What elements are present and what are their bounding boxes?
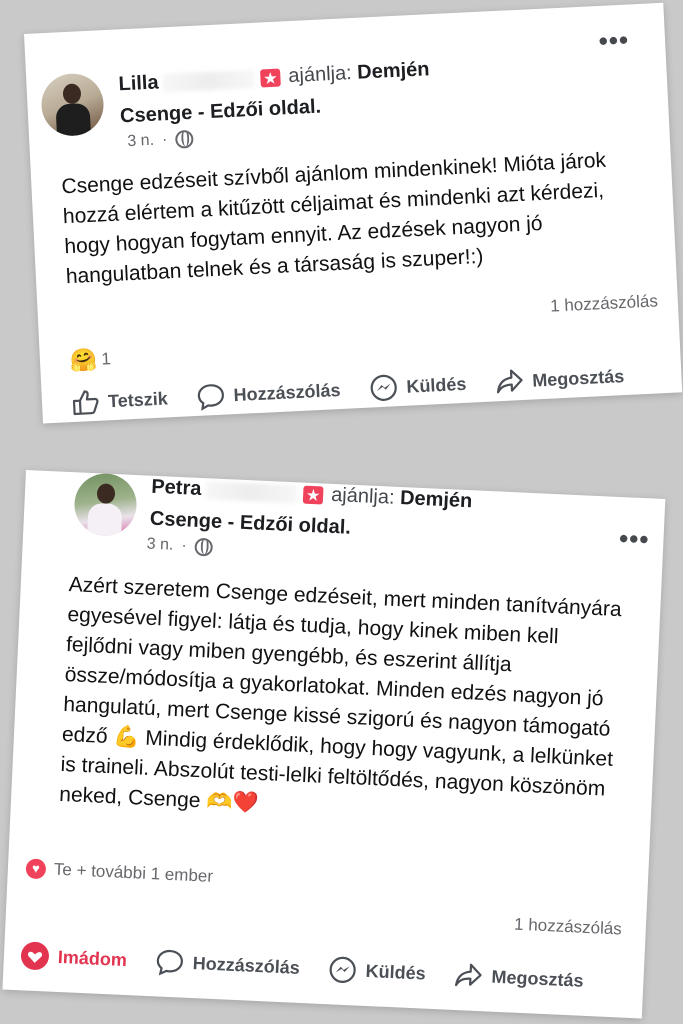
action-bar: Imádom Hozzászólás Küldés Megosztás <box>19 940 584 996</box>
send-button[interactable]: Küldés <box>368 369 467 404</box>
reaction-count: 1 <box>100 349 112 369</box>
send-label: Küldés <box>365 960 427 984</box>
post-meta: 3 n. · <box>146 536 214 557</box>
post-card-2: Petra ★ ajánlja: Demjén Csenge - Edzői old… <box>2 470 666 1019</box>
author-name[interactable]: Lilla <box>118 71 159 95</box>
page-name-part1[interactable]: Demjén <box>400 487 473 512</box>
share-icon <box>496 369 523 394</box>
post-header: Petra ★ ajánlja: Demjén <box>151 476 473 514</box>
reaction-summary[interactable]: ♥ Te + további 1 ember <box>25 858 213 886</box>
post-card-1: Lilla ★ ajánlja: Demjén Csenge - Edzői old… <box>24 2 683 424</box>
like-icon <box>72 390 99 416</box>
comment-label: Hozzászólás <box>192 952 301 978</box>
redacted-surname <box>204 480 298 504</box>
comment-count[interactable]: 1 hozzászólás <box>550 291 659 316</box>
send-label: Küldés <box>405 373 467 397</box>
reaction-summary[interactable]: 🤗 1 <box>69 346 112 374</box>
more-options-icon[interactable]: ••• <box>598 24 630 56</box>
share-label: Megosztás <box>531 365 625 391</box>
page-name-line[interactable]: Csenge - Edzői oldal. <box>120 96 322 129</box>
post-meta: 3 n. · <box>127 129 194 151</box>
page-name-part2[interactable]: Csenge - Edzői oldal <box>149 508 345 539</box>
care-reaction-icon: 🤗 <box>69 346 98 374</box>
action-bar: Tetszik Hozzászólás Küldés Megosztás <box>71 361 625 418</box>
recommend-icon: ★ <box>302 485 324 505</box>
post-time[interactable]: 3 n. <box>146 536 173 555</box>
like-button[interactable]: Tetszik <box>71 385 168 416</box>
comment-label: Hozzászólás <box>233 379 341 405</box>
author-name[interactable]: Petra <box>151 476 202 500</box>
recommends-label: ajánlja: <box>287 62 353 88</box>
messenger-icon <box>329 956 356 983</box>
send-button[interactable]: Küldés <box>327 954 426 988</box>
globe-icon <box>194 537 214 557</box>
recommends-label: ajánlja: <box>330 483 396 509</box>
heart-icon: ♥ <box>25 858 47 880</box>
love-button[interactable]: Imádom <box>19 940 127 975</box>
page-name-part2[interactable]: Csenge - Edzői oldal <box>120 96 316 128</box>
globe-icon <box>174 129 194 149</box>
reaction-text: Te + további 1 ember <box>53 859 214 886</box>
love-label: Imádom <box>57 946 128 970</box>
post-header: Lilla ★ ajánlja: Demjén <box>118 58 430 96</box>
post-time[interactable]: 3 n. <box>127 132 155 151</box>
post-body: Azért szeretem Csenge edzéseit, mert min… <box>58 573 623 815</box>
share-icon <box>455 963 482 987</box>
heart-icon <box>20 941 49 970</box>
share-button[interactable]: Megosztás <box>453 961 584 995</box>
share-label: Megosztás <box>491 966 584 991</box>
redacted-surname <box>162 69 255 92</box>
like-label: Tetszik <box>107 387 169 411</box>
comment-icon <box>156 949 183 976</box>
comment-button[interactable]: Hozzászólás <box>195 376 341 411</box>
comment-icon <box>197 384 224 411</box>
comment-button[interactable]: Hozzászólás <box>154 947 300 982</box>
recommend-icon: ★ <box>260 68 281 88</box>
post-body: Csenge edzéseit szívből ajánlom mindenki… <box>60 148 607 289</box>
more-options-icon[interactable]: ••• <box>618 523 651 555</box>
author-avatar[interactable] <box>73 472 138 538</box>
messenger-icon <box>370 374 397 401</box>
page-name-part1[interactable]: Demjén <box>357 58 430 84</box>
author-avatar[interactable] <box>40 72 105 138</box>
comment-count[interactable]: 1 hozzászólás <box>514 915 622 940</box>
page-name-line[interactable]: Csenge - Edzői oldal. <box>149 508 351 540</box>
share-button[interactable]: Megosztás <box>494 362 625 396</box>
